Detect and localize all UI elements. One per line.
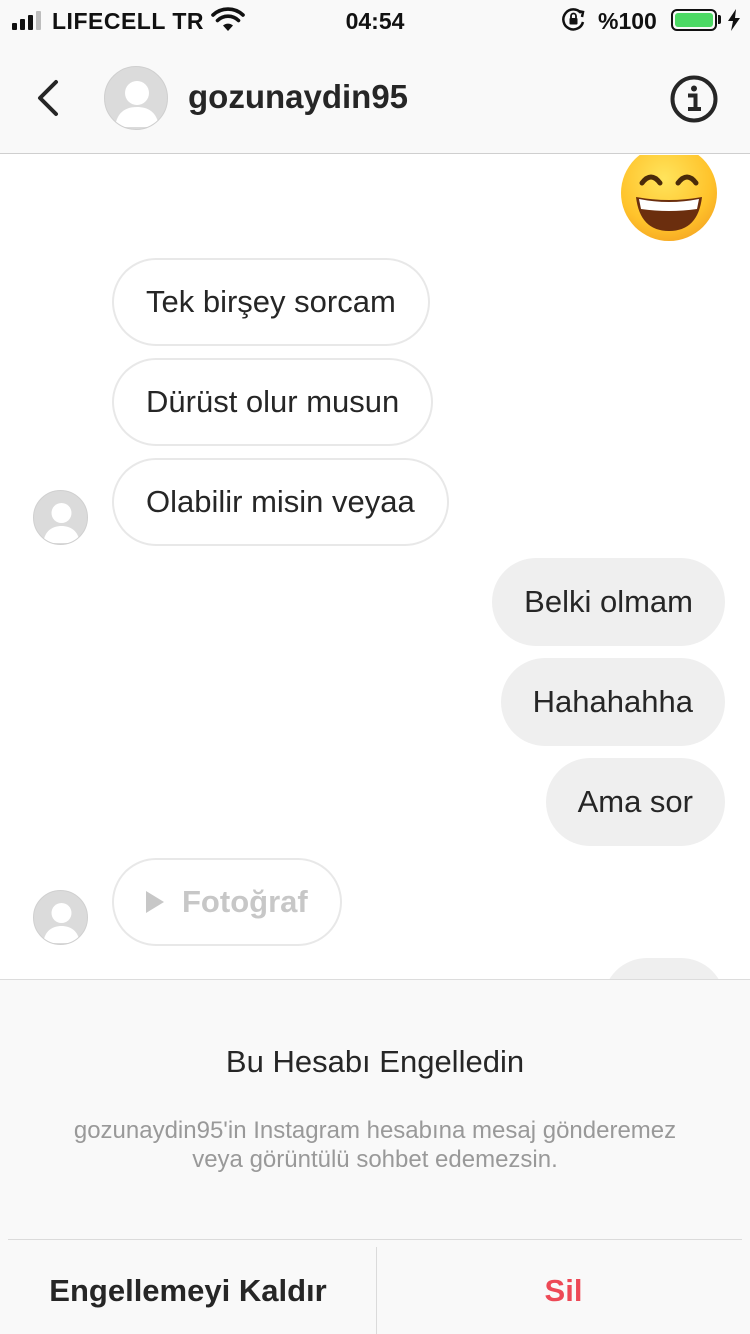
message-bubble-outgoing[interactable]: Hahahahha bbox=[500, 658, 725, 746]
blocked-account-panel: Bu Hesabı Engelledin gozunaydin95'in Ins… bbox=[0, 979, 750, 1334]
message-bubble-incoming[interactable]: Tek birşey sorcam bbox=[112, 258, 430, 346]
charging-bolt-icon bbox=[728, 9, 740, 31]
message-text: Ama sor bbox=[577, 784, 693, 819]
delete-button[interactable]: Sil bbox=[377, 1247, 750, 1334]
message-thread[interactable]: Tek birşey sorcam Dürüst olur musun Olab… bbox=[0, 155, 750, 979]
message-bubble-outgoing[interactable]: Belki olmam bbox=[492, 558, 725, 646]
battery-level-fill bbox=[675, 13, 713, 27]
blocked-description: gozunaydin95'in Instagram hesabına mesaj… bbox=[73, 1117, 677, 1173]
message-text: Dürüst olur musun bbox=[146, 384, 400, 419]
photo-label: Fotoğraf bbox=[182, 884, 308, 919]
message-bubble-incoming[interactable]: Olabilir misin veyaa bbox=[112, 458, 449, 546]
play-icon bbox=[146, 891, 164, 913]
message-bubble-incoming[interactable]: Dürüst olur musun bbox=[112, 358, 434, 446]
grinning-emoji-message[interactable] bbox=[620, 155, 718, 243]
sender-avatar[interactable] bbox=[33, 890, 88, 945]
conversation-header: gozunaydin95 bbox=[0, 40, 750, 154]
conversation-username[interactable]: gozunaydin95 bbox=[188, 78, 408, 116]
battery-icon bbox=[671, 9, 717, 31]
message-text: Tek birşey sorcam bbox=[146, 284, 396, 319]
battery-tip bbox=[718, 15, 721, 24]
status-bar: LIFECELL TR 04:54 %100 bbox=[0, 0, 750, 40]
message-bubble-outgoing-partial[interactable] bbox=[603, 958, 725, 979]
message-text: Belki olmam bbox=[524, 584, 693, 619]
default-avatar-icon bbox=[115, 81, 159, 127]
info-icon[interactable] bbox=[669, 74, 719, 124]
avatar[interactable] bbox=[104, 66, 168, 130]
message-bubble-outgoing[interactable]: Ama sor bbox=[545, 758, 725, 846]
photo-message-bubble[interactable]: Fotoğraf bbox=[112, 858, 342, 946]
back-button[interactable] bbox=[30, 76, 66, 120]
sender-avatar[interactable] bbox=[33, 490, 88, 545]
battery-percent: %100 bbox=[598, 8, 657, 34]
divider bbox=[8, 1239, 742, 1240]
rotation-lock-icon bbox=[562, 8, 585, 31]
blocked-title: Bu Hesabı Engelledin bbox=[225, 1044, 525, 1079]
default-avatar-icon bbox=[43, 503, 80, 543]
message-text: Hahahahha bbox=[532, 684, 693, 719]
default-avatar-icon bbox=[43, 903, 80, 943]
unblock-button[interactable]: Engellemeyi Kaldır bbox=[0, 1247, 376, 1334]
message-text: Olabilir misin veyaa bbox=[146, 484, 415, 519]
